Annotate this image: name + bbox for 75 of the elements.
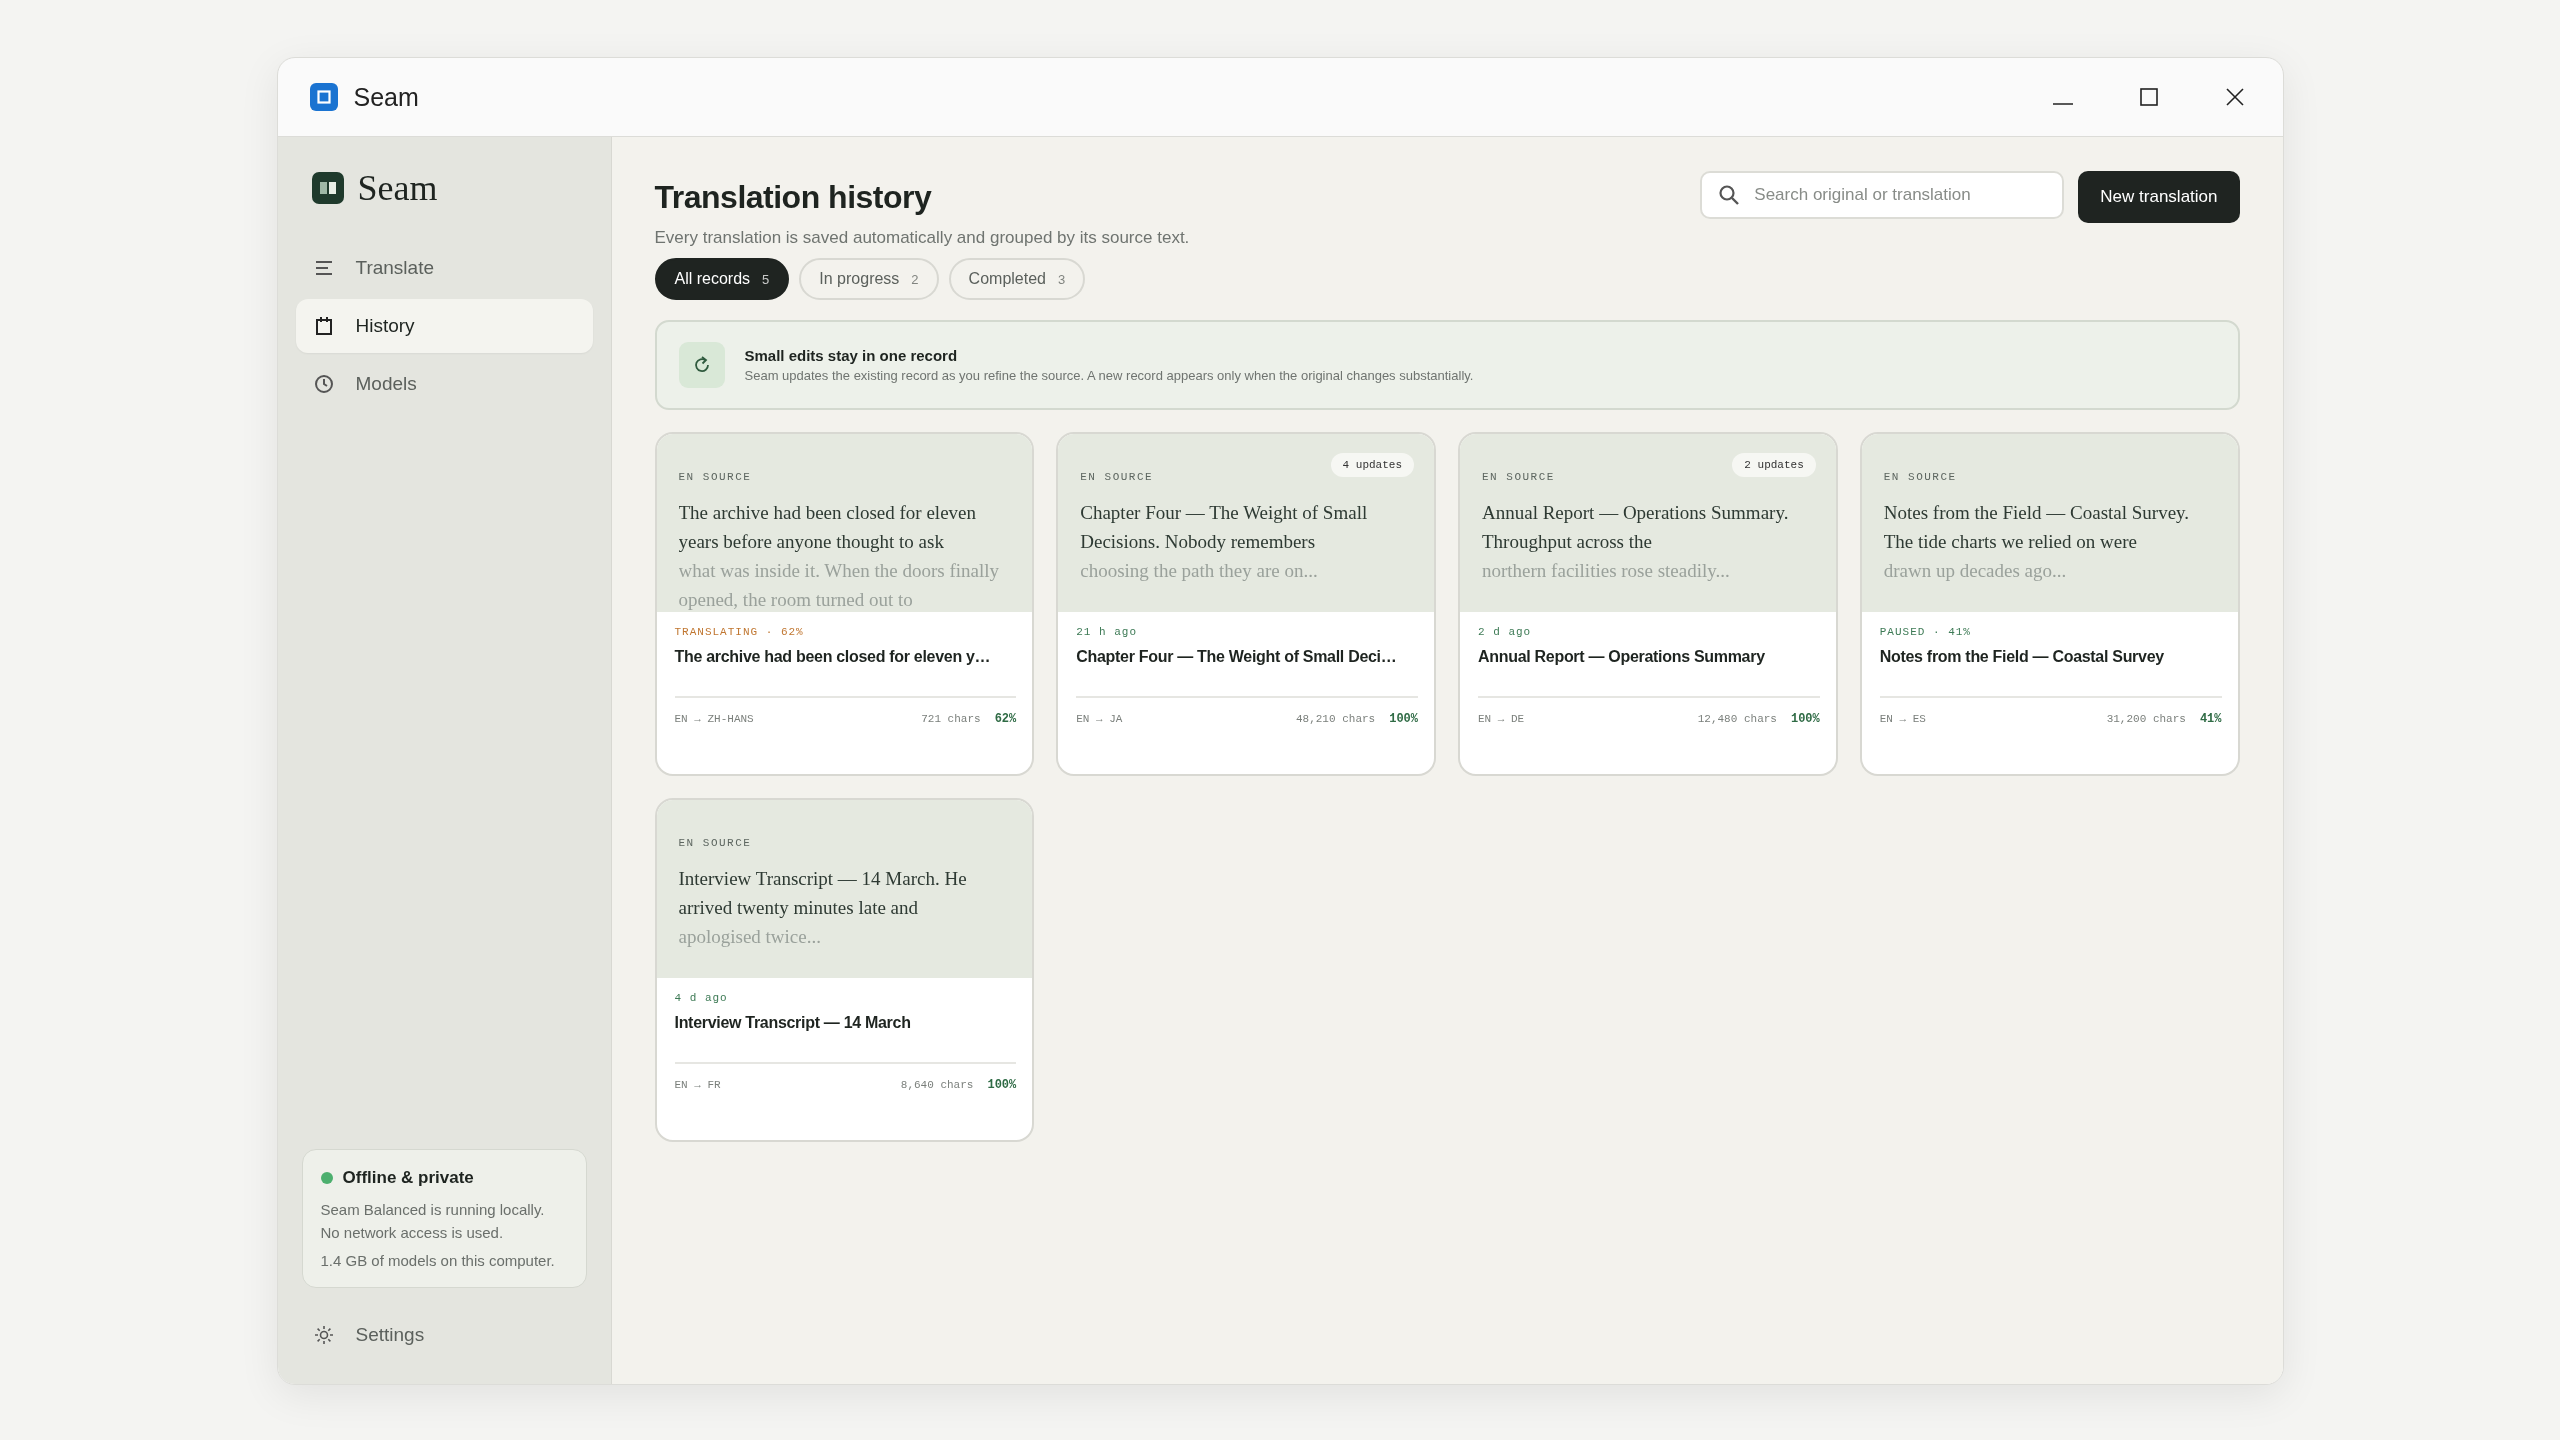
status-label: 2 d ago — [1478, 626, 1533, 638]
calendar-icon — [313, 316, 334, 336]
record-card[interactable]: EN SOURCE 2 updates Annual Report — Operations Summary. Throughput across the northern facilities rose steadily... 2 d ago Annual Report — Operations Summary EN → DE 12,480 chars 100% — [1458, 432, 1838, 776]
record-title: Notes from the Field — Coastal Survey — [1879, 647, 2165, 667]
source-label: EN SOURCE — [678, 837, 752, 849]
updates-badge: 4 updates — [1330, 453, 1414, 477]
clock-icon — [313, 374, 334, 394]
char-count: 31,200 chars — [2106, 713, 2186, 725]
nav-item[interactable]: History — [295, 299, 593, 353]
percent: 41% — [2199, 712, 2222, 726]
count: 5 — [762, 271, 770, 287]
status-label: 4 d ago — [674, 992, 729, 1004]
record-card[interactable]: EN SOURCE Notes from the Field — Coastal Survey. The tide charts we relied on were drawn up decades ago... PAUSED · 41% Notes from the Field — Coastal Survey EN → ES 31,200 chars 41% — [1859, 432, 2240, 776]
close-icon — [2224, 87, 2245, 107]
logo-icon — [311, 172, 344, 204]
status-label: 21 h ago — [1076, 626, 1139, 638]
minimize-icon — [2052, 103, 2073, 105]
record-card[interactable] — [654, 432, 1035, 776]
record-title: Interview Transcript — 14 March — [674, 1013, 912, 1033]
record-card[interactable]: EN SOURCE 4 updates Chapter Four — The Weight of Small Decisions. Nobody remembers choosing the path they are on... 21 h ago Chapter Four — The Weight of Small Deci… EN → JA 48,210 chars 100% — [1056, 432, 1436, 776]
language-pair: EN → ES — [1879, 713, 1926, 725]
search-input[interactable]: Search original or translation — [1752, 184, 2047, 206]
filter-tab[interactable]: In progress 2 — [799, 258, 939, 300]
language-pair: EN → JA — [1076, 713, 1123, 725]
char-count: 8,640 chars — [900, 1079, 974, 1091]
status-label: PAUSED · 41% — [1879, 626, 1972, 638]
storage-note: 1.4 GB of models on this computer. — [320, 1252, 556, 1269]
window-title: Seam — [353, 82, 419, 112]
count: 3 — [1057, 271, 1066, 287]
char-count: 48,210 chars — [1295, 713, 1376, 725]
percent: 100% — [987, 1078, 1017, 1092]
source-preview: Notes from the Field — Coastal Survey. The tide charts we relied on were drawn up decades ago... — [1883, 501, 2191, 583]
source-label: EN SOURCE — [1080, 471, 1154, 483]
record-title: Annual Report — Operations Summary — [1478, 647, 1766, 667]
status-label: TRANSLATING · 62% — [674, 626, 805, 638]
filter-tab[interactable]: Completed 3 — [948, 258, 1086, 300]
source-preview: Chapter Four — The Weight of Small Decisions. Nobody remembers choosing the path they are on... — [1080, 501, 1369, 583]
page-subtitle: Every translation is saved automatically and grouped by its source text. — [654, 228, 1190, 248]
maximize-icon — [2138, 87, 2159, 107]
brand-name: Seam — [357, 167, 438, 209]
settings-icon — [313, 1325, 334, 1345]
percent: 62% — [994, 712, 1017, 726]
record-title: Chapter Four — The Weight of Small Deci… — [1076, 647, 1398, 667]
char-count: 721 chars — [921, 713, 981, 725]
banner-text: Seam updates the existing record as you refine the source. A new record appears only when the original changes substantially. — [744, 368, 1474, 383]
percent: 100% — [1389, 712, 1418, 726]
record-card[interactable]: EN SOURCE Interview Transcript — 14 March. He arrived twenty minutes late and apologised twice... 4 d ago Interview Transcript — 14 March EN → FR 8,640 chars 100% — [654, 798, 1035, 1142]
language-pair: EN → FR — [674, 1079, 721, 1091]
menu-icon — [313, 258, 334, 278]
settings-item[interactable]: Settings — [295, 1308, 593, 1362]
refresh-icon — [678, 342, 725, 388]
source-label: EN SOURCE — [678, 471, 752, 483]
percent: 100% — [1790, 712, 1820, 726]
source-preview: Interview Transcript — 14 March. He arrived twenty minutes late and apologised twice... — [678, 867, 968, 949]
char-count: 12,480 chars — [1697, 713, 1777, 725]
nav-item[interactable]: Models — [295, 357, 593, 411]
status-text: Seam Balanced is running locally. No network access is used. — [320, 1200, 546, 1243]
source-label: EN SOURCE — [1883, 471, 1957, 483]
source-preview: Annual Report — Operations Summary. Throughput across the northern facilities rose steadily... — [1482, 501, 1790, 583]
nav-item[interactable]: Translate — [295, 241, 593, 295]
record-title: The archive had been closed for eleven y… — [674, 647, 992, 667]
language-pair: EN → DE — [1478, 713, 1525, 725]
search-icon — [1718, 184, 1741, 206]
updates-badge: 2 updates — [1732, 453, 1816, 477]
count: 2 — [911, 271, 919, 287]
source-label: EN SOURCE — [1482, 471, 1555, 483]
app-icon — [309, 83, 338, 111]
banner-title: Small edits stay in one record — [744, 347, 959, 364]
page-title: Translation history — [654, 179, 933, 216]
filter-tab[interactable]: All records 5 — [654, 258, 790, 300]
source-preview: The archive had been closed for eleven years before anyone thought to ask what was inside it. When the doors finally opened, the room turned out to — [678, 501, 1000, 612]
new-translation-button[interactable]: New translation — [2078, 171, 2240, 223]
language-pair: EN → ZH-HANS — [674, 713, 754, 725]
status-title: Offline & private — [342, 1168, 474, 1188]
search-bar[interactable]: Search original or translation — [1700, 171, 2065, 219]
